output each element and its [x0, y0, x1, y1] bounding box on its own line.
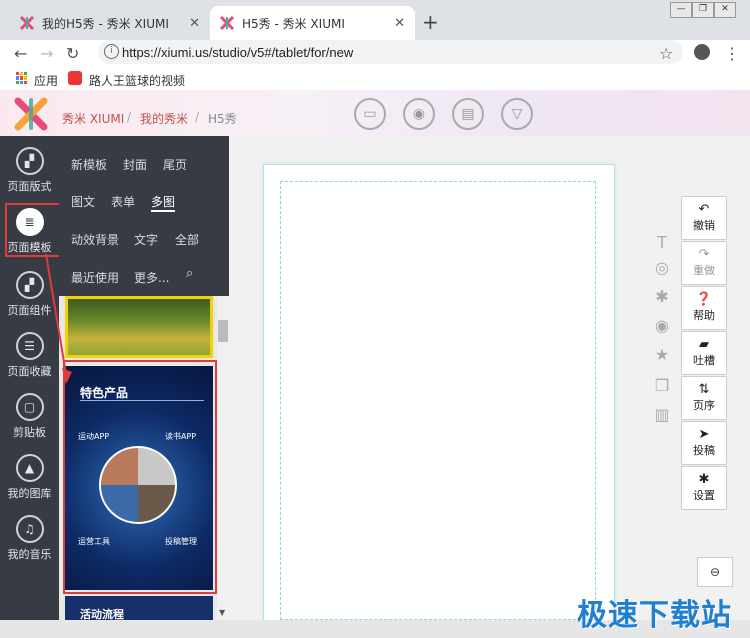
preview-icon[interactable]: ◉	[403, 98, 435, 130]
nav-gallery[interactable]: ▲ 我的图库	[0, 447, 59, 507]
redo-button[interactable]: ↷ 重做	[681, 241, 727, 285]
sparkle-icon[interactable]: ✱	[652, 287, 672, 307]
tab-close-icon[interactable]: ✕	[189, 16, 200, 31]
play-icon[interactable]: ◎	[652, 258, 672, 278]
submit-icon: ➤	[698, 427, 710, 442]
eye-off-icon[interactable]: ◉	[652, 316, 672, 336]
folder-icon[interactable]: ▭	[354, 98, 386, 130]
forward-icon[interactable]: →	[40, 44, 53, 63]
help-icon: ❓	[695, 292, 713, 307]
nav-clipboard[interactable]: ▢ 剪贴板	[0, 386, 59, 446]
browser-tab-my-h5[interactable]: 我的H5秀 - 秀米 XIUMI ✕	[10, 6, 210, 40]
template-scrollbar[interactable]	[217, 296, 229, 620]
category-all[interactable]: 全部	[175, 231, 199, 248]
category-cover[interactable]: 封面	[123, 156, 147, 173]
search-icon[interactable]: ⌕	[186, 266, 193, 281]
redo-icon: ↷	[698, 247, 710, 262]
category-more[interactable]: 更多...	[134, 269, 169, 286]
reload-icon[interactable]: ↻	[66, 44, 79, 63]
watermark: 极速下载站	[577, 598, 732, 633]
breadcrumb-h5: H5秀	[208, 112, 237, 126]
category-end[interactable]: 尾页	[163, 156, 187, 173]
profile-icon[interactable]	[694, 44, 710, 60]
xiumi-logo-icon[interactable]	[14, 97, 48, 131]
category-multi-image[interactable]: 多图	[151, 193, 176, 212]
tab-title: H5秀 - 秀米 XIUMI	[242, 16, 345, 31]
restore-button[interactable]: ❐	[692, 2, 714, 18]
help-button[interactable]: ❓ 帮助	[681, 286, 727, 330]
download-icon[interactable]: ▽	[501, 98, 533, 130]
settings-icon: ✱	[698, 472, 710, 487]
breadcrumb-separator: /	[127, 110, 132, 124]
bookmark-video[interactable]: 路人王篮球的视频	[89, 72, 185, 89]
category-new[interactable]: 新模板	[71, 156, 107, 173]
undo-icon: ↶	[698, 202, 710, 217]
bookmark-video-icon	[68, 71, 82, 85]
page-order-button[interactable]: ⇅ 页序	[681, 376, 727, 420]
bookmark-star-icon[interactable]: ☆	[659, 44, 673, 63]
gallery-icon: ▲	[15, 453, 44, 482]
submit-button[interactable]: ➤ 投稿	[681, 421, 727, 465]
category-motion-bg[interactable]: 动效背景	[71, 231, 119, 248]
music-icon: ♫	[15, 514, 44, 543]
comment-icon: ▰	[699, 337, 709, 352]
nav-page-layout[interactable]: ▞ 页面版式	[0, 140, 59, 200]
xiumi-favicon-icon	[20, 16, 34, 30]
template-next-title: 活动流程	[80, 608, 124, 620]
text-icon[interactable]: Ｔ	[652, 229, 672, 252]
category-text[interactable]: 文字	[134, 231, 158, 248]
zoom-out-button[interactable]: ⊖	[697, 557, 733, 587]
page-safe-area	[280, 181, 596, 620]
copy-icon[interactable]: ❐	[652, 376, 672, 396]
highlight-box	[63, 360, 217, 594]
clipboard-icon: ▢	[15, 392, 44, 421]
save-icon[interactable]: ▤	[452, 98, 484, 130]
template-scrollbar-thumb[interactable]	[218, 320, 228, 342]
breadcrumb-my-xiumi[interactable]: 我的秀米	[140, 110, 188, 127]
url-text: https://xiumi.us/studio/v5#/tablet/for/n…	[122, 45, 354, 60]
bookmark-apps[interactable]: 应用	[34, 72, 58, 89]
page-order-icon: ⇅	[698, 382, 710, 397]
layout-icon: ▞	[15, 146, 44, 175]
zoom-icon: ⊖	[709, 565, 721, 579]
undo-button[interactable]: ↶ 撤销	[681, 196, 727, 240]
highlight-box	[5, 203, 63, 257]
site-info-icon[interactable]: i	[104, 44, 119, 59]
apps-grid-icon	[16, 72, 28, 84]
tab-title: 我的H5秀 - 秀米 XIUMI	[42, 16, 169, 31]
breadcrumb-brand[interactable]: 秀米 XIUMI	[62, 110, 124, 127]
template-thumbnail-terraces[interactable]	[65, 296, 213, 358]
back-icon[interactable]: ←	[14, 44, 27, 63]
trash-icon[interactable]: ▥	[652, 405, 672, 425]
scroll-down-icon[interactable]: ▼	[219, 608, 225, 617]
star-icon[interactable]: ★	[652, 345, 672, 365]
annotation-arrow-icon	[45, 253, 72, 384]
nav-music[interactable]: ♫ 我的音乐	[0, 508, 59, 568]
menu-icon[interactable]: ⋮	[724, 44, 740, 63]
new-tab-button[interactable]: +	[422, 10, 439, 34]
category-form[interactable]: 表单	[111, 193, 135, 210]
browser-tab-h5[interactable]: H5秀 - 秀米 XIUMI ✕	[210, 6, 415, 40]
category-image-text[interactable]: 图文	[71, 193, 95, 210]
minimize-button[interactable]: —	[670, 2, 692, 18]
settings-button[interactable]: ✱ 设置	[681, 466, 727, 510]
close-window-button[interactable]: ✕	[714, 2, 736, 18]
tab-close-icon[interactable]: ✕	[394, 16, 405, 31]
breadcrumb-separator: /	[195, 110, 200, 124]
xiumi-favicon-icon	[220, 16, 234, 30]
feedback-button[interactable]: ▰ 吐槽	[681, 331, 727, 375]
